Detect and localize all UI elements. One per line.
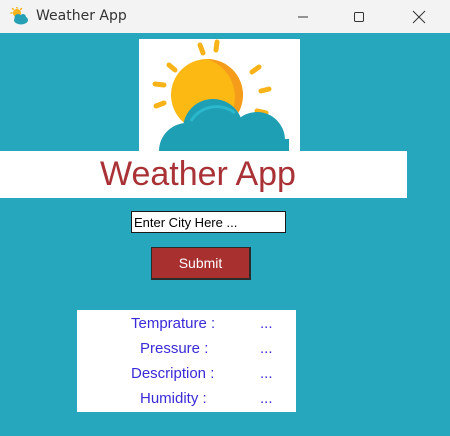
sun-behind-cloud-icon	[152, 39, 289, 164]
temperature-row: Temprature : ...	[77, 315, 296, 339]
maximize-icon	[354, 11, 364, 22]
pressure-row: Pressure : ...	[77, 340, 296, 364]
pressure-label: Pressure :	[140, 340, 209, 357]
description-row: Description : ...	[77, 365, 296, 389]
submit-button[interactable]: Submit	[151, 247, 251, 280]
title-bar: Weather App	[0, 0, 450, 33]
humidity-label: Humidity :	[140, 390, 207, 407]
temperature-label: Temprature :	[131, 315, 216, 332]
weather-logo	[139, 39, 300, 164]
app-heading: Weather App	[100, 155, 296, 193]
description-value: ...	[260, 365, 273, 382]
close-icon	[412, 10, 426, 23]
weather-cloud-sun-icon	[10, 6, 30, 27]
city-search-input[interactable]	[131, 211, 286, 233]
pressure-value: ...	[260, 340, 273, 357]
humidity-row: Humidity : ...	[77, 390, 296, 414]
temperature-value: ...	[260, 315, 273, 332]
maximize-button[interactable]	[336, 0, 382, 33]
description-label: Description :	[131, 365, 215, 382]
app-window: Weather App Weather App Enter City Here …	[0, 0, 450, 436]
humidity-value: ...	[260, 390, 273, 407]
minimize-icon	[298, 16, 308, 17]
close-button[interactable]	[396, 0, 442, 33]
minimize-button[interactable]	[280, 0, 326, 33]
window-title: Weather App	[36, 8, 127, 24]
weather-info-panel: Temprature : ... Pressure : ... Descript…	[77, 310, 296, 412]
